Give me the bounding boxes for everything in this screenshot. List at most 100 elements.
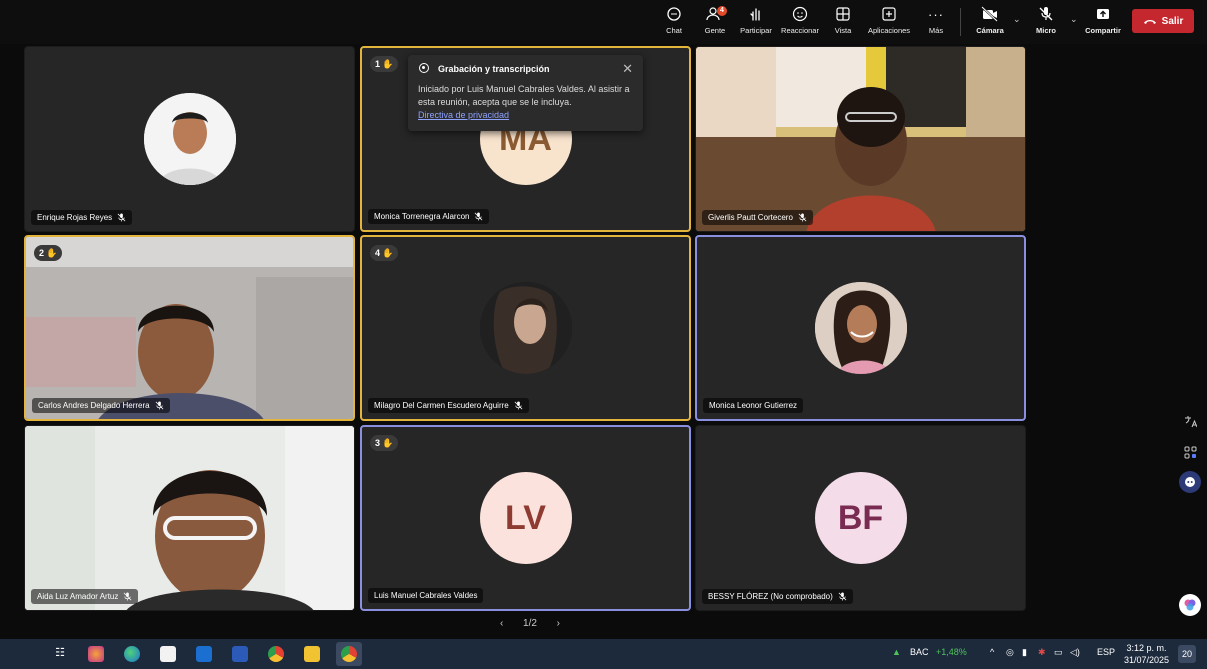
copilot-icon[interactable] (1179, 471, 1201, 493)
camera-label: Cámara (976, 26, 1004, 35)
participant-name: Enrique Rojas Reyes (31, 210, 133, 225)
toolbar-divider (960, 8, 961, 36)
stock-change: +1,48% (936, 647, 967, 657)
tray-mic-icon[interactable]: ▮ (1022, 647, 1027, 658)
participant-name-text: Milagro Del Carmen Escudero Aguirre (374, 401, 509, 410)
notification-center-icon[interactable]: 20 (1178, 645, 1196, 663)
leave-label: Salir (1161, 15, 1184, 27)
raised-hand-icon: ✋ (382, 437, 394, 448)
participant-tile[interactable]: 4 ✋ Milagro Del Carmen Escudero Aguirre (360, 235, 691, 421)
react-label: Reaccionar (781, 26, 819, 35)
participant-tile[interactable]: Giverlis Pautt Cortecero (695, 46, 1026, 232)
clock[interactable]: 3:12 p. m. 31/07/2025 (1124, 642, 1169, 666)
participant-name-text: Carlos Andres Delgado Herrera (38, 401, 150, 410)
mic-off-icon (838, 592, 847, 601)
participant-name-text: BESSY FLÓREZ (No comprobado) (708, 592, 833, 601)
recording-icon (419, 63, 429, 73)
participant-name: Aida Luz Amador Artuz (31, 589, 139, 604)
participant-tile[interactable]: 2 ✋ Carlos Andres Delgado Herrera (24, 235, 355, 421)
avatar-initials: BF (814, 472, 907, 564)
raised-hand-icon: ✋ (382, 247, 394, 258)
store-app-icon[interactable] (160, 646, 176, 662)
participant-name-text: Monica Leonor Gutierrez (709, 401, 798, 410)
hang-up-icon (1143, 20, 1156, 24)
participant-name-text: Monica Torrenegra Alarcon (374, 212, 470, 221)
grid-view-icon (835, 4, 851, 24)
share-button[interactable]: Compartir (1080, 4, 1126, 40)
add-app-icon (881, 4, 897, 24)
participant-name: Monica Leonor Gutierrez (703, 398, 804, 413)
volume-icon[interactable]: ◁) (1070, 647, 1080, 658)
raised-hand-icon: ✋ (46, 247, 58, 258)
react-button[interactable]: Reaccionar (777, 4, 823, 40)
camera-button[interactable]: Cámara (967, 4, 1013, 40)
previous-page-icon[interactable]: ‹ (500, 618, 503, 629)
people-label: Gente (704, 26, 726, 35)
page-indicator: 1/2 (523, 618, 537, 629)
ellipsis-icon: ··· (928, 6, 944, 22)
raised-hand-badge: 2 ✋ (34, 245, 63, 261)
privacy-policy-link[interactable]: Directiva de privacidad (418, 110, 509, 120)
participant-name-text: Luis Manuel Cabrales Valdes (374, 591, 478, 600)
copilot-app-icon[interactable] (88, 646, 104, 662)
more-label: Más (928, 26, 944, 35)
participant-name-text: Aida Luz Amador Artuz (37, 592, 119, 601)
participant-tile[interactable]: BF BESSY FLÓREZ (No comprobado) (695, 425, 1026, 611)
translate-icon[interactable] (1179, 410, 1201, 432)
tray-app-icon[interactable]: ◎ (1006, 647, 1014, 658)
chat-button[interactable]: Chat (651, 4, 697, 40)
network-icon[interactable]: ▭ (1054, 647, 1063, 658)
hand-order: 4 (375, 248, 381, 258)
task-view-icon[interactable]: ☷ (52, 646, 68, 662)
raise-hand-button[interactable]: Participar (733, 4, 779, 40)
edge-browser-icon[interactable] (124, 646, 140, 662)
raised-hand-badge: 3 ✋ (370, 435, 399, 451)
close-icon[interactable]: ✕ (622, 61, 633, 77)
notification-count: 20 (1181, 649, 1192, 659)
view-button[interactable]: Vista (820, 4, 866, 40)
more-button[interactable]: ··· Más (913, 4, 959, 40)
camera-options-chevron-icon[interactable]: ⌄ (1013, 14, 1021, 25)
hand-order: 2 (39, 248, 45, 258)
recording-title: Grabación y transcripción (438, 64, 550, 74)
leave-button[interactable]: Salir (1132, 9, 1194, 33)
people-button[interactable]: 4 Gente (692, 4, 738, 40)
participant-tile[interactable]: Enrique Rojas Reyes (24, 46, 355, 232)
participant-tile[interactable]: Monica Leonor Gutierrez (695, 235, 1026, 421)
active-app-highlight[interactable] (336, 642, 362, 666)
show-hidden-icons-icon[interactable]: ^ (990, 647, 994, 657)
participant-video (25, 426, 354, 610)
stock-trend-icon: ▲ (892, 647, 901, 657)
participant-name: Giverlis Pautt Cortecero (702, 210, 813, 225)
input-language[interactable]: ESP (1097, 647, 1115, 657)
raised-hand-badge: 4 ✋ (370, 245, 399, 261)
view-label: Vista (834, 26, 852, 35)
participant-name-text: Enrique Rojas Reyes (37, 213, 113, 222)
smile-icon (792, 4, 808, 24)
raise-hand-icon (748, 4, 764, 24)
chrome-icon[interactable] (268, 646, 284, 662)
next-page-icon[interactable]: › (557, 618, 560, 629)
mic-off-icon (155, 401, 163, 410)
recording-notification: Grabación y transcripción ✕ Iniciado por… (408, 55, 643, 131)
outlook-icon[interactable] (196, 646, 212, 662)
chat-label: Chat (666, 26, 682, 35)
mic-options-chevron-icon[interactable]: ⌄ (1070, 14, 1078, 25)
mic-off-icon (798, 213, 807, 222)
apps-grid-icon[interactable] (1179, 441, 1201, 463)
apps-label: Aplicaciones (867, 26, 911, 35)
raise-hand-label: Participar (740, 26, 772, 35)
word-icon[interactable] (232, 646, 248, 662)
file-explorer-icon[interactable] (304, 646, 320, 662)
participant-tile[interactable]: LV 3 ✋ Luis Manuel Cabrales Valdes (360, 425, 691, 611)
stock-name[interactable]: BAC (910, 647, 929, 657)
mic-off-icon (514, 401, 523, 410)
gallery-pager: ‹ 1/2 › (500, 618, 560, 629)
tray-security-icon[interactable]: ✱ (1038, 647, 1046, 658)
participant-tile[interactable]: Aida Luz Amador Artuz (24, 425, 355, 611)
avatar (479, 282, 572, 374)
participant-video (696, 47, 1025, 231)
apps-button[interactable]: Aplicaciones (866, 4, 912, 40)
mic-button[interactable]: Micro (1023, 4, 1069, 40)
assistant-orb-icon[interactable] (1179, 594, 1201, 616)
